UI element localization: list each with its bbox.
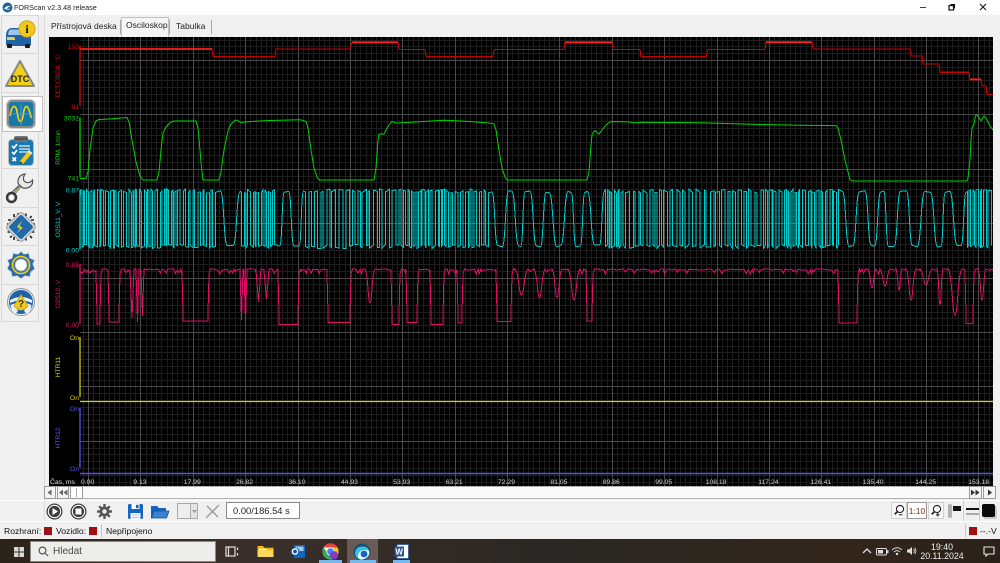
svg-text:Čas, ms: Čas, ms xyxy=(50,477,76,486)
svg-text:103: 103 xyxy=(68,44,80,51)
svg-text:ECT,OBDII, °C: ECT,OBDII, °C xyxy=(54,54,62,98)
svg-text:0.00: 0.00 xyxy=(66,322,79,329)
svg-text:741: 741 xyxy=(68,175,80,182)
svg-text:0.00: 0.00 xyxy=(66,247,79,254)
svg-text:HTR11: HTR11 xyxy=(55,356,62,377)
svg-text:63.21: 63.21 xyxy=(446,479,463,486)
svg-text:W: W xyxy=(395,548,403,557)
svg-text:81.05: 81.05 xyxy=(550,479,567,486)
svg-text:53.93: 53.93 xyxy=(393,479,410,486)
svg-text:36.10: 36.10 xyxy=(288,479,305,486)
svg-text:108.18: 108.18 xyxy=(706,479,727,486)
svg-text:On: On xyxy=(70,466,79,473)
svg-text:89.86: 89.86 xyxy=(603,479,620,486)
svg-text:0.85: 0.85 xyxy=(66,262,79,269)
svg-text:3032: 3032 xyxy=(64,115,79,122)
svg-text:126.41: 126.41 xyxy=(810,479,831,486)
svg-text:135.40: 135.40 xyxy=(863,479,884,486)
svg-text:9.13: 9.13 xyxy=(133,479,146,486)
svg-text:HTR12: HTR12 xyxy=(55,427,62,448)
svg-text:17.99: 17.99 xyxy=(184,479,201,486)
svg-text:72.29: 72.29 xyxy=(498,479,515,486)
svg-text:O2S12, V: O2S12, V xyxy=(55,279,62,308)
svg-text:0.87: 0.87 xyxy=(66,187,79,194)
svg-text:O2S11_V, V: O2S11_V, V xyxy=(55,201,62,237)
svg-text:144.25: 144.25 xyxy=(915,479,936,486)
svg-text:0.00: 0.00 xyxy=(81,479,94,486)
svg-text:26.82: 26.82 xyxy=(236,479,253,486)
svg-text:On: On xyxy=(70,395,79,402)
svg-text:91: 91 xyxy=(71,104,79,111)
svg-text:153.18: 153.18 xyxy=(968,479,989,486)
svg-text:?: ? xyxy=(18,299,24,310)
svg-text:117.24: 117.24 xyxy=(758,479,779,486)
svg-text:DTC: DTC xyxy=(11,74,30,84)
svg-text:44.93: 44.93 xyxy=(341,479,358,486)
svg-text:On: On xyxy=(70,406,79,413)
svg-text:99.05: 99.05 xyxy=(655,479,672,486)
svg-text:On: On xyxy=(70,335,79,342)
svg-text:RPM, 1/min: RPM, 1/min xyxy=(55,130,62,165)
